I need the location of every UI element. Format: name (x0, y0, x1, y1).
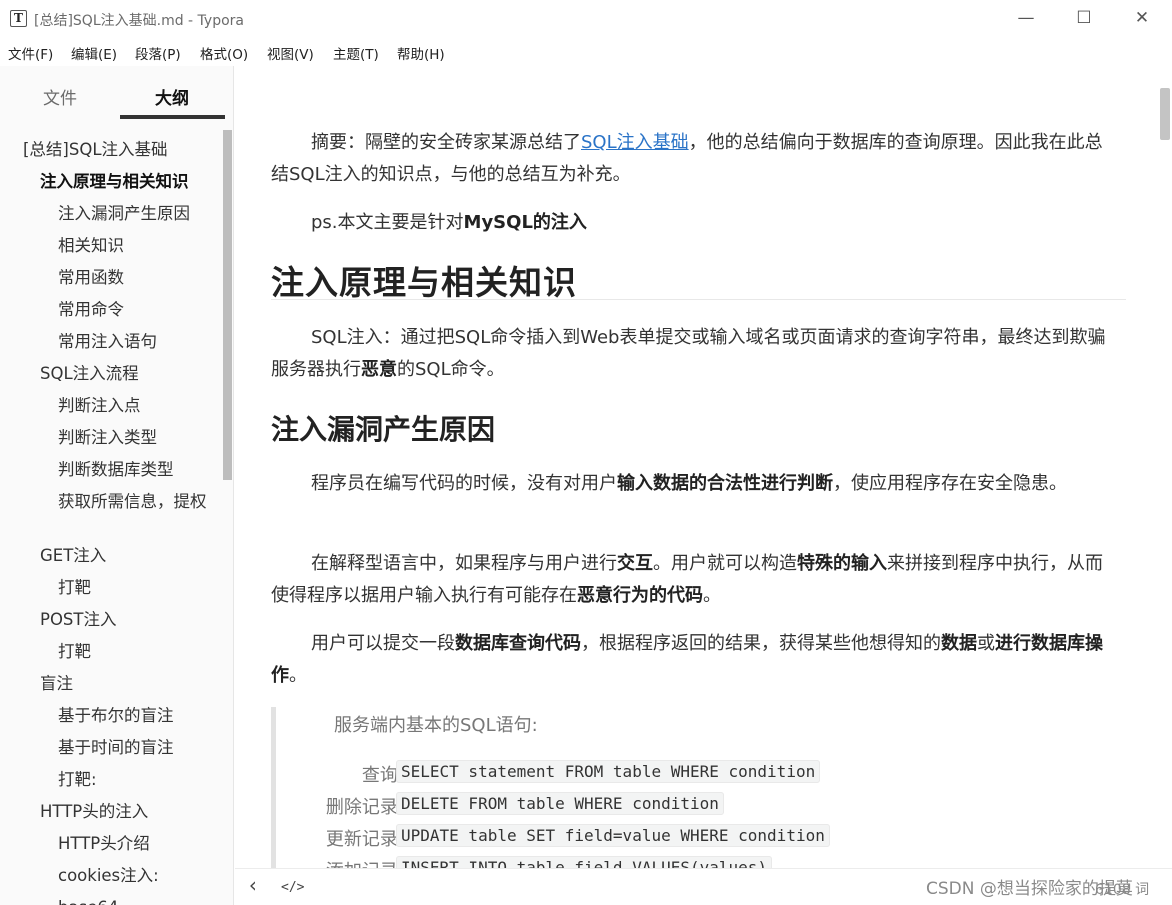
paragraph[interactable]: 用户可以提交一段数据库查询代码，根据程序返回的结果，获得某些他想得知的数据或进行… (271, 628, 1111, 692)
text-run: 摘要：隔壁的安全砖家某源总结了 (311, 132, 581, 153)
outline-item[interactable]: POST注入 (40, 609, 117, 631)
text-run: ，使应用程序存在安全隐患。 (833, 473, 1067, 494)
title-bar: T [总结]SQL注入基础.md - Typora — ☐ ✕ (0, 0, 1172, 38)
text-run: 。 (703, 585, 721, 606)
code-span: INSERT INTO table field VALUES(values) (396, 856, 773, 868)
menu-format[interactable]: 格式(O) (200, 43, 248, 63)
close-icon[interactable]: ✕ (1113, 0, 1171, 36)
text-run: ps.本文主要是针对 (311, 212, 464, 233)
maximize-icon[interactable]: ☐ (1055, 0, 1113, 36)
paragraph[interactable]: 程序员在编写代码的时候，没有对用户输入数据的合法性进行判断，使应用程序存在安全隐… (271, 468, 1111, 500)
paragraph[interactable]: ps.本文主要是针对MySQL的注入 (271, 207, 1111, 239)
text-run: ，根据程序返回的结果，获得某些他想得知的 (581, 633, 941, 654)
active-tab-indicator (120, 115, 225, 119)
menu-paragraph[interactable]: 段落(P) (135, 43, 181, 63)
outline-item[interactable]: 注入漏洞产生原因 (58, 203, 190, 225)
text-run: 。用户就可以构造 (653, 553, 797, 574)
blockquote[interactable]: 服务端内基本的SQL语句: 查询: SELECT statement FROM … (271, 707, 1126, 868)
code-span: UPDATE table SET field=value WHERE condi… (396, 824, 830, 847)
blockquote-intro: 服务端内基本的SQL语句: (334, 715, 538, 736)
outline-item[interactable]: 基于时间的盲注 (58, 737, 174, 759)
outline-item[interactable]: HTTP头的注入 (40, 801, 148, 823)
bold-text: 输入数据的合法性进行判断 (617, 473, 833, 494)
sql-row-label: 删除记录: (325, 797, 404, 818)
menu-view[interactable]: 视图(V) (267, 43, 314, 63)
outline-item[interactable]: 打靶 (58, 641, 91, 663)
inline-code[interactable]: UPDATE table SET field=value WHERE condi… (396, 824, 830, 847)
bold-text: 恶意 (361, 359, 397, 380)
sidebar: 文件 大纲 [总结]SQL注入基础 注入原理与相关知识 注入漏洞产生原因 相关知… (0, 66, 234, 905)
code-span: DELETE FROM table WHERE condition (396, 792, 724, 815)
sql-row-label: 查询: (361, 765, 404, 786)
outline-item[interactable]: base64 (58, 897, 118, 905)
menu-bar: 文件(F) 编辑(E) 段落(P) 格式(O) 视图(V) 主题(T) 帮助(H… (0, 38, 1172, 66)
outline-item[interactable]: HTTP头介绍 (58, 833, 150, 855)
outline-item[interactable]: 常用注入语句 (58, 331, 157, 353)
outline-item[interactable]: 获取所需信息，提权 (58, 491, 208, 513)
code-span: SELECT statement FROM table WHERE condit… (396, 760, 821, 783)
outline-item[interactable]: 常用函数 (58, 267, 124, 289)
inline-code[interactable]: SELECT statement FROM table WHERE condit… (396, 760, 821, 783)
editor-scrollbar[interactable] (1160, 88, 1170, 140)
outline-item[interactable]: 相关知识 (58, 235, 124, 257)
tab-files[interactable]: 文件 (43, 84, 77, 109)
csdn-watermark: CSDN @想当探险家的提莫 (926, 879, 1133, 899)
outline-item[interactable]: GET注入 (40, 545, 106, 567)
outline-item[interactable]: 判断数据库类型 (58, 459, 174, 481)
source-code-icon[interactable]: </> (281, 880, 304, 895)
outline-item[interactable]: cookies注入: (58, 865, 159, 887)
sql-row-label: 添加记录: (296, 857, 404, 868)
heading-rule (271, 299, 1126, 300)
outline-item[interactable]: 基于布尔的盲注 (58, 705, 174, 727)
outline-item[interactable]: SQL注入流程 (40, 363, 139, 385)
bold-text: 数据 (941, 633, 977, 654)
paragraph[interactable]: 在解释型语言中，如果程序与用户进行交互。用户就可以构造特殊的输入来拼接到程序中执… (271, 548, 1111, 612)
paragraph[interactable]: 摘要：隔壁的安全砖家某源总结了SQL注入基础，他的总结偏向于数据库的查询原理。因… (271, 127, 1111, 191)
bold-text: MySQL的注入 (463, 212, 587, 233)
menu-help[interactable]: 帮助(H) (397, 43, 445, 63)
outline-item[interactable]: 打靶 (58, 577, 91, 599)
paragraph[interactable]: SQL注入：通过把SQL命令插入到Web表单提交或输入域名或页面请求的查询字符串… (271, 322, 1111, 386)
window-title: [总结]SQL注入基础.md - Typora (34, 13, 244, 29)
outline-item[interactable]: 判断注入点 (58, 395, 141, 417)
bold-text: 数据库查询代码 (455, 633, 581, 654)
menu-theme[interactable]: 主题(T) (333, 43, 379, 63)
tab-outline[interactable]: 大纲 (155, 84, 189, 109)
outline-item[interactable]: 常用命令 (58, 299, 124, 321)
outline-item[interactable]: 打靶: (58, 769, 97, 791)
text-run: 程序员在编写代码的时候，没有对用户 (311, 473, 617, 494)
menu-file[interactable]: 文件(F) (8, 43, 53, 63)
bold-text: 恶意行为的代码 (577, 585, 703, 606)
text-run: 在解释型语言中，如果程序与用户进行 (311, 553, 617, 574)
inline-code[interactable]: DELETE FROM table WHERE condition (396, 792, 724, 815)
chevron-left-icon[interactable]: ‹ (247, 873, 259, 897)
bold-text: 交互 (617, 553, 653, 574)
inline-code[interactable]: INSERT INTO table field VALUES(values) (396, 856, 773, 868)
menu-edit[interactable]: 编辑(E) (71, 43, 117, 63)
outline-item-active[interactable]: 注入原理与相关知识 (40, 171, 189, 193)
heading-2[interactable]: 注入漏洞产生原因 (271, 408, 495, 448)
minimize-icon[interactable]: — (997, 0, 1055, 36)
sidebar-scrollbar[interactable] (223, 130, 232, 480)
sql-injection-basics-link[interactable]: SQL注入基础 (581, 132, 689, 153)
editor-area[interactable]: 摘要：隔壁的安全砖家某源总结了SQL注入基础，他的总结偏向于数据库的查询原理。因… (235, 66, 1172, 868)
heading-1[interactable]: 注入原理与相关知识 (271, 256, 577, 304)
typora-app-icon: T (10, 10, 27, 27)
outline-item[interactable]: [总结]SQL注入基础 (23, 139, 168, 161)
text-run: 用户可以提交一段 (311, 633, 455, 654)
bold-text: 特殊的输入 (797, 553, 887, 574)
text-run: 的SQL命令。 (397, 359, 505, 380)
text-run: 或 (977, 633, 995, 654)
outline-item[interactable]: 判断注入类型 (58, 427, 157, 449)
sql-row-label: 更新记录: (325, 829, 404, 850)
outline-item[interactable]: 盲注 (40, 673, 73, 695)
text-run: 。 (289, 665, 307, 686)
